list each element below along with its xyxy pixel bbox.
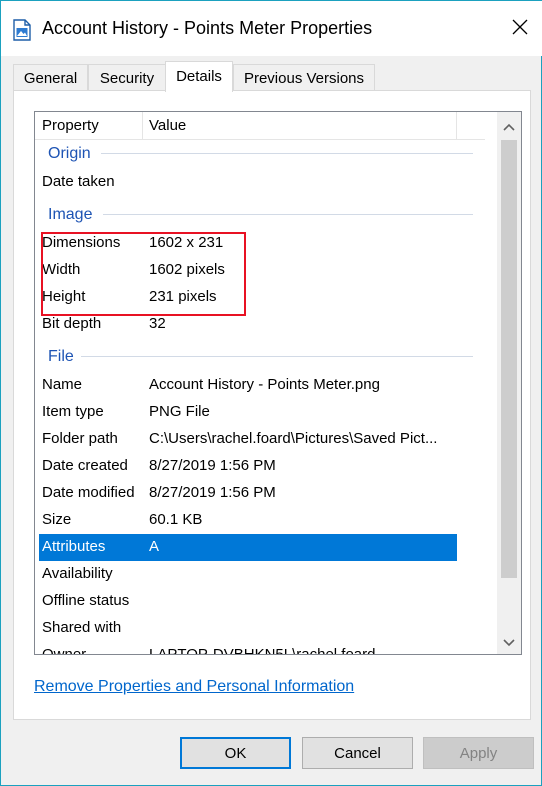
window-title: Account History - Points Meter Propertie… [42, 18, 373, 38]
property-name: Offline status [42, 592, 130, 609]
scrollbar-thumb[interactable] [501, 140, 517, 578]
list-item[interactable]: Owner LAPTOP-DVBHKN5L\rachel.foard [35, 642, 485, 655]
property-name: Shared with [42, 619, 122, 636]
image-file-icon [13, 19, 31, 41]
tab-security[interactable]: Security [88, 64, 166, 91]
tab-details[interactable]: Details [165, 61, 233, 92]
property-name: Availability [42, 565, 113, 582]
cancel-button[interactable]: Cancel [302, 737, 413, 769]
scroll-up-button[interactable] [497, 114, 521, 138]
close-icon [512, 19, 528, 39]
details-panel: Property Value Origin Date taken Image D… [13, 90, 531, 720]
property-list[interactable]: Property Value Origin Date taken Image D… [34, 111, 522, 655]
list-item-selected[interactable]: Attributes A [39, 534, 457, 561]
property-name: Width [42, 261, 81, 278]
property-name: Date taken [42, 173, 115, 190]
property-value: 1602 pixels [149, 261, 225, 278]
property-name: Dimensions [42, 234, 121, 251]
property-value: 32 [149, 315, 166, 332]
list-item[interactable]: Date created 8/27/2019 1:56 PM [35, 453, 485, 480]
property-name: Owner [42, 646, 87, 655]
property-name: Name [42, 376, 83, 393]
list-item[interactable]: Size 60.1 KB [35, 507, 485, 534]
list-item[interactable]: Height 231 pixels [35, 284, 485, 311]
group-divider [103, 214, 473, 215]
list-item[interactable]: Folder path C:\Users\rachel.foard\Pictur… [35, 426, 485, 453]
list-item[interactable]: Offline status [35, 588, 485, 615]
chevron-down-icon [503, 634, 515, 651]
tab-strip: General Security Details Previous Versio… [13, 61, 533, 92]
list-item[interactable]: Shared with [35, 615, 485, 642]
ok-button[interactable]: OK [180, 737, 291, 769]
list-item[interactable]: Availability [35, 561, 485, 588]
column-header-property[interactable]: Property [42, 117, 99, 134]
list-item[interactable]: Name Account History - Points Meter.png [35, 372, 485, 399]
property-value: 60.1 KB [149, 511, 203, 528]
property-value: 8/27/2019 1:56 PM [149, 484, 276, 501]
vertical-scrollbar[interactable] [497, 112, 521, 654]
property-name: Attributes [42, 538, 106, 555]
column-divider[interactable] [456, 112, 457, 140]
property-name: Bit depth [42, 315, 102, 332]
property-value: LAPTOP-DVBHKN5L\rachel.foard [149, 646, 376, 655]
property-name: Size [42, 511, 72, 528]
property-name: Item type [42, 403, 104, 420]
list-item[interactable]: Item type PNG File [35, 399, 485, 426]
property-value: 1602 x 231 [149, 234, 224, 251]
remove-properties-link[interactable]: Remove Properties and Personal Informati… [34, 678, 354, 696]
property-value: PNG File [149, 403, 210, 420]
close-button[interactable] [497, 1, 542, 57]
column-header-value[interactable]: Value [149, 117, 186, 134]
group-file: File [48, 348, 74, 365]
chevron-up-icon [503, 118, 515, 135]
column-divider[interactable] [142, 112, 143, 140]
list-item[interactable]: Width 1602 pixels [35, 257, 485, 284]
property-value: Account History - Points Meter.png [149, 376, 380, 393]
list-item[interactable]: Bit depth 32 [35, 311, 485, 338]
property-value: 8/27/2019 1:56 PM [149, 457, 276, 474]
group-divider [101, 153, 473, 154]
property-name: Folder path [42, 430, 118, 447]
title-bar[interactable]: Account History - Points Meter Propertie… [1, 0, 542, 56]
property-name: Date created [42, 457, 128, 474]
properties-dialog: Account History - Points Meter Propertie… [0, 0, 542, 786]
property-value: A [149, 538, 160, 555]
tab-general[interactable]: General [13, 64, 88, 91]
property-value: C:\Users\rachel.foard\Pictures\Saved Pic… [149, 430, 438, 447]
list-item[interactable]: Dimensions 1602 x 231 [35, 230, 485, 257]
property-value: 231 pixels [149, 288, 217, 305]
list-item[interactable]: Date modified 8/27/2019 1:56 PM [35, 480, 485, 507]
tab-previous-versions[interactable]: Previous Versions [233, 64, 375, 91]
property-name: Height [42, 288, 86, 305]
list-item[interactable]: Date taken [35, 169, 485, 196]
group-image: Image [48, 206, 93, 223]
property-name: Date modified [42, 484, 135, 501]
group-divider [81, 356, 473, 357]
apply-button[interactable]: Apply [423, 737, 534, 769]
list-header: Property Value [35, 112, 485, 140]
scroll-down-button[interactable] [497, 630, 521, 654]
group-origin: Origin [48, 145, 91, 162]
